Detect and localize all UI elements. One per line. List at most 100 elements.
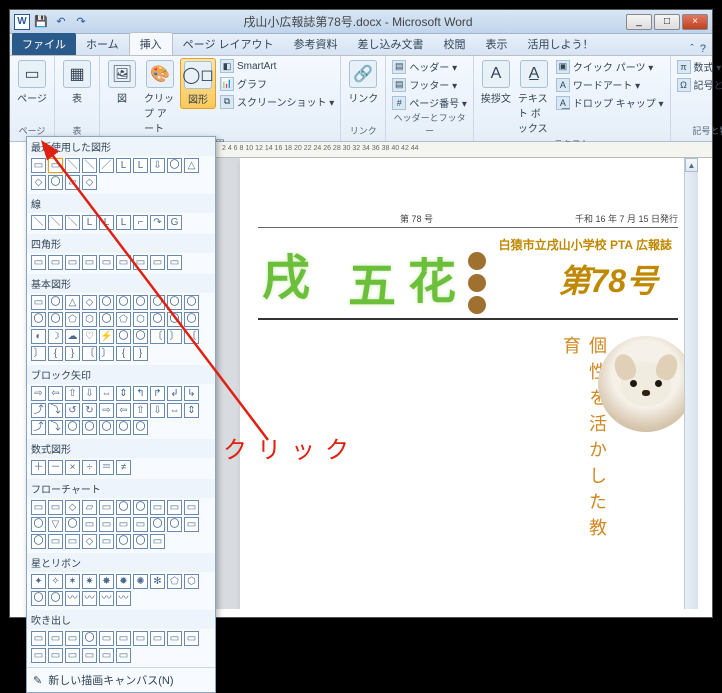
shape-option[interactable]: ✻: [150, 574, 165, 589]
shape-option[interactable]: ▭: [116, 631, 131, 646]
shape-option[interactable]: ⚡: [99, 329, 114, 344]
shape-option[interactable]: ▭: [184, 631, 199, 646]
shapes-button[interactable]: ◯◻図形: [180, 58, 216, 109]
shape-option[interactable]: ▭: [82, 255, 97, 270]
shape-option[interactable]: ↳: [184, 386, 199, 401]
shape-option[interactable]: ▭: [31, 295, 46, 310]
shape-option[interactable]: ▭: [150, 255, 165, 270]
shape-option[interactable]: ⬠: [167, 574, 182, 589]
shape-option[interactable]: 〇: [48, 312, 63, 327]
shape-option[interactable]: }: [65, 346, 80, 361]
shape-option[interactable]: 〇: [133, 420, 148, 435]
shape-option[interactable]: ▱: [65, 175, 80, 190]
shape-option[interactable]: 〇: [184, 312, 199, 327]
shape-option[interactable]: 〇: [31, 312, 46, 327]
shape-option[interactable]: ≠: [116, 460, 131, 475]
shape-option[interactable]: ◇: [82, 295, 97, 310]
shape-option[interactable]: ☽: [48, 329, 63, 344]
shape-option[interactable]: △: [65, 295, 80, 310]
shape-option[interactable]: ＼: [65, 158, 80, 173]
shape-option[interactable]: 〇: [82, 420, 97, 435]
shape-option[interactable]: ↷: [150, 215, 165, 230]
shape-option[interactable]: 〇: [116, 329, 131, 344]
tab-references[interactable]: 参考資料: [284, 33, 348, 55]
shape-option[interactable]: 〇: [48, 175, 63, 190]
shape-option[interactable]: 〇: [48, 295, 63, 310]
shape-option[interactable]: L: [116, 158, 131, 173]
tab-home[interactable]: ホーム: [76, 33, 129, 55]
shape-option[interactable]: 〇: [65, 517, 80, 532]
shape-option[interactable]: ▭: [167, 500, 182, 515]
shape-option[interactable]: ▭: [184, 500, 199, 515]
shape-option[interactable]: 〇: [150, 312, 165, 327]
shape-option[interactable]: ▭: [99, 255, 114, 270]
page-button[interactable]: ▭ページ: [14, 58, 50, 107]
shape-option[interactable]: 〇: [116, 420, 131, 435]
document-page[interactable]: 第 78 号 千和 16 年 7 月 15 日発行 戌 五 花 白猿市立戌山小学…: [240, 158, 696, 609]
shape-option[interactable]: ▭: [133, 517, 148, 532]
shape-option[interactable]: ▭: [99, 648, 114, 663]
shape-option[interactable]: ⤴: [31, 403, 46, 418]
shape-option[interactable]: ⬠: [116, 312, 131, 327]
shape-option[interactable]: ▭: [99, 500, 114, 515]
shape-option[interactable]: 〕: [99, 346, 114, 361]
tab-insert[interactable]: 挿入: [129, 32, 173, 55]
shape-option[interactable]: ▭: [99, 534, 114, 549]
shape-option[interactable]: ◇: [65, 500, 80, 515]
shape-option[interactable]: ⇔: [99, 386, 114, 401]
shape-option[interactable]: ✶: [65, 574, 80, 589]
shape-option[interactable]: 〇: [133, 329, 148, 344]
shape-option[interactable]: ▭: [99, 631, 114, 646]
link-button[interactable]: 🔗リンク: [345, 58, 381, 107]
minimize-button[interactable]: _: [626, 14, 652, 30]
shape-option[interactable]: 〇: [167, 517, 182, 532]
shape-option[interactable]: 〰: [99, 591, 114, 606]
shape-option[interactable]: ＋: [31, 460, 46, 475]
horizontal-ruler[interactable]: 2 4 6 8 10 12 14 16 18 20 22 24 26 28 30…: [214, 142, 712, 158]
shape-option[interactable]: ▭: [99, 517, 114, 532]
shape-option[interactable]: ▭: [150, 500, 165, 515]
table-button[interactable]: ▦表: [59, 58, 95, 107]
quickparts-button[interactable]: ▣クイック パーツ ▾: [554, 58, 666, 75]
shape-option[interactable]: ⤵: [48, 420, 63, 435]
shape-option[interactable]: 〇: [31, 534, 46, 549]
shape-option[interactable]: ✸: [99, 574, 114, 589]
shape-option[interactable]: ⇔: [167, 403, 182, 418]
shape-option[interactable]: ⇦: [48, 386, 63, 401]
shape-option[interactable]: ▭: [167, 255, 182, 270]
picture-button[interactable]: 🖼図: [104, 58, 140, 107]
shape-option[interactable]: 〇: [167, 158, 182, 173]
shape-option[interactable]: 〔: [150, 329, 165, 344]
shape-option[interactable]: }: [133, 346, 148, 361]
shape-option[interactable]: 〰: [116, 591, 131, 606]
shape-option[interactable]: ◇: [82, 175, 97, 190]
shape-option[interactable]: ⇕: [116, 386, 131, 401]
vertical-scrollbar[interactable]: ▲: [684, 158, 698, 609]
shape-option[interactable]: ▭: [184, 517, 199, 532]
header-button[interactable]: ▤ヘッダー ▾: [390, 58, 469, 75]
shape-option[interactable]: 〇: [99, 312, 114, 327]
symbol-button[interactable]: Ω記号と特殊文字 ▾: [675, 76, 722, 93]
qat-save-icon[interactable]: 💾: [32, 13, 50, 31]
shape-option[interactable]: ▭: [133, 631, 148, 646]
shape-option[interactable]: L: [99, 215, 114, 230]
shape-option[interactable]: ◇: [82, 534, 97, 549]
shape-option[interactable]: ↰: [133, 386, 148, 401]
document-area[interactable]: 第 78 号 千和 16 年 7 月 15 日発行 戌 五 花 白猿市立戌山小学…: [216, 158, 698, 609]
chart-button[interactable]: 📊グラフ: [218, 75, 336, 92]
shape-option[interactable]: ／: [99, 158, 114, 173]
textbox-button[interactable]: A̲テキスト ボックス: [516, 58, 552, 137]
shape-option[interactable]: ▭: [116, 648, 131, 663]
shape-option[interactable]: 〇: [167, 312, 182, 327]
shape-option[interactable]: ▭: [48, 534, 63, 549]
tab-utilize[interactable]: 活用しよう！: [518, 33, 604, 55]
shape-option[interactable]: ▭: [82, 648, 97, 663]
tab-view[interactable]: 表示: [476, 33, 518, 55]
equation-button[interactable]: π数式 ▾: [675, 58, 722, 75]
smartart-button[interactable]: ◧SmartArt: [218, 58, 336, 74]
shape-option[interactable]: －: [48, 460, 63, 475]
shape-option[interactable]: ▭: [48, 255, 63, 270]
shape-option[interactable]: ＼: [48, 215, 63, 230]
shape-option[interactable]: ▭: [65, 648, 80, 663]
shape-option[interactable]: 〇: [99, 295, 114, 310]
